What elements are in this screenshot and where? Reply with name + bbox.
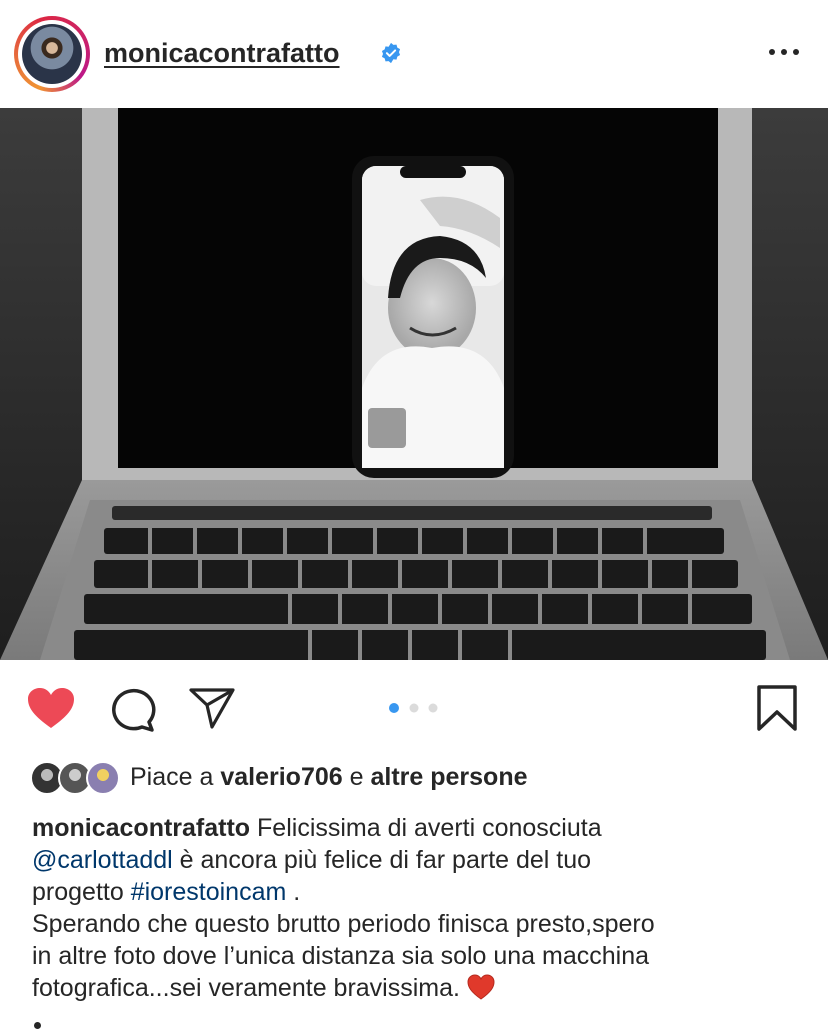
post-header: monicacontrafatto: [0, 0, 828, 108]
carousel-dots: [389, 703, 438, 713]
verified-badge-icon: [381, 42, 401, 64]
more-options-icon[interactable]: [766, 40, 802, 64]
likes-row[interactable]: Piace a valerio706 e altre persone: [0, 756, 828, 800]
profile-avatar[interactable]: [14, 16, 90, 92]
caption-hashtag[interactable]: #iorestoincam: [131, 878, 287, 906]
red-heart-emoji-icon: [467, 974, 495, 1000]
likes-others[interactable]: altre persone: [370, 763, 527, 791]
like-heart-icon[interactable]: [26, 686, 76, 730]
username-link[interactable]: monicacontrafatto: [104, 38, 340, 69]
comment-icon[interactable]: [110, 688, 156, 732]
truncation-dot: [34, 1022, 41, 1029]
likes-connector: e: [349, 763, 364, 791]
send-icon[interactable]: [188, 686, 236, 730]
caption-text: progetto: [32, 878, 131, 906]
action-bar: [0, 660, 828, 756]
liker-username[interactable]: valerio706: [220, 763, 342, 791]
avatar-image: [22, 24, 82, 84]
liker-avatar: [86, 761, 120, 795]
likes-prefix: Piace a: [130, 763, 214, 791]
post-caption: monicacontrafatto Felicissima di averti …: [32, 812, 812, 1004]
caption-text: .: [286, 878, 301, 906]
post-photo[interactable]: carlottaddl: [0, 108, 828, 660]
caption-author[interactable]: monicacontrafatto: [32, 814, 250, 842]
caption-mention[interactable]: @carlottaddl: [32, 846, 173, 874]
caption-text: è ancora più felice di far parte del tuo: [172, 846, 592, 874]
laptop-with-phone-photo: [0, 108, 828, 660]
bookmark-icon[interactable]: [756, 684, 798, 732]
caption-text: Sperando che questo brutto periodo finis…: [32, 910, 655, 938]
caption-text: Felicissima di averti conosciuta: [250, 814, 602, 842]
caption-text: fotografica...sei veramente bravissima.: [32, 974, 460, 1002]
likes-text: Piace a valerio706 e altre persone: [130, 763, 528, 792]
caption-text: in altre foto dove l’unica distanza sia …: [32, 942, 650, 970]
